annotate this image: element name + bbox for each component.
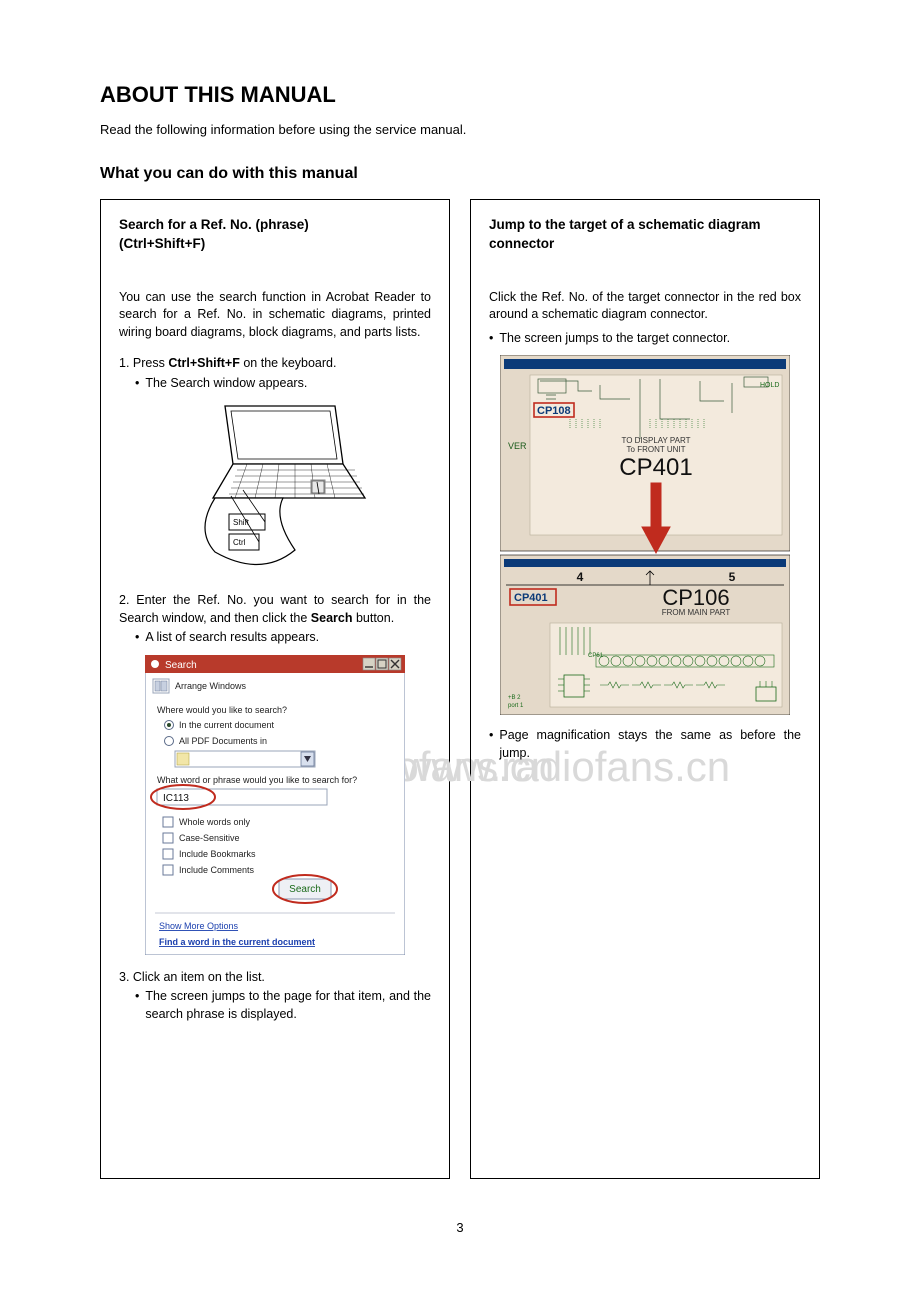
step1-prefix: 1. Press	[119, 356, 168, 370]
right-box: www.radiofans.cn Jump to the target of a…	[470, 199, 820, 1179]
cb-book: Include Bookmarks	[179, 849, 256, 859]
laptop-svg: Shift Ctrl	[165, 400, 385, 580]
left-title-line1: Search for a Ref. No. (phrase)	[119, 216, 431, 234]
dialog-q2: What word or phrase would you like to se…	[157, 775, 357, 785]
bullet-icon	[489, 727, 493, 762]
cp61-label: CP61	[588, 653, 604, 659]
bullet-icon	[135, 988, 139, 1023]
link-more-options: Show More Options	[159, 921, 239, 931]
step3-bullet-row: The screen jumps to the page for that it…	[119, 988, 431, 1023]
right-bullet-2: Page magnification stays the same as bef…	[489, 727, 801, 762]
num-5: 5	[729, 570, 736, 584]
intro-text: Read the following information before us…	[100, 121, 820, 139]
dialog-title: Search	[165, 660, 197, 671]
num-4: 4	[577, 570, 584, 584]
to-display-line1: TO DISPLAY PART	[621, 436, 690, 445]
schematic-figure: HOLD	[489, 355, 801, 715]
step-2: 2. Enter the Ref. No. you want to search…	[119, 592, 431, 627]
left-box-title: Search for a Ref. No. (phrase) (Ctrl+Shi…	[119, 216, 431, 252]
step1-keys: Ctrl+Shift+F	[168, 356, 240, 370]
schematic-svg: HOLD	[500, 355, 790, 715]
cb-comm: Include Comments	[179, 865, 255, 875]
bullet-icon	[489, 330, 493, 348]
page-title: ABOUT THIS MANUAL	[100, 80, 820, 111]
ctrl-key-label: Ctrl	[233, 538, 246, 547]
bullet-icon	[135, 375, 139, 393]
right-box-title: Jump to the target of a schematic diagra…	[489, 216, 801, 252]
page-number: 3	[100, 1219, 820, 1237]
svg-text:HOLD: HOLD	[760, 382, 779, 389]
step1-suffix: on the keyboard.	[240, 356, 337, 370]
radio-all-pdf: All PDF Documents in	[179, 736, 267, 746]
two-column-layout: www.radiofans.cn Search for a Ref. No. (…	[100, 199, 820, 1179]
link-find-word: Find a word in the current document	[159, 937, 315, 947]
step3-bullet-text: The screen jumps to the page for that it…	[145, 988, 431, 1023]
cb-case: Case-Sensitive	[179, 833, 240, 843]
step1-bullet-row: The Search window appears.	[119, 375, 431, 393]
laptop-figure: Shift Ctrl	[119, 400, 431, 580]
left-title-line2: (Ctrl+Shift+F)	[119, 235, 431, 253]
right-bullet-1: The screen jumps to the target connector…	[489, 330, 801, 348]
search-input-value: IC113	[163, 793, 189, 804]
search-dialog-svg: Search Arrange Windows Where would you l…	[145, 655, 405, 955]
radio-current-doc: In the current document	[179, 720, 275, 730]
step2-bullet-row: A list of search results appears.	[119, 629, 431, 647]
dialog-q1: Where would you like to search?	[157, 705, 287, 715]
step1-bullet-text: The Search window appears.	[145, 375, 307, 393]
left-box: www.radiofans.cn Search for a Ref. No. (…	[100, 199, 450, 1179]
ver-label: VER	[508, 441, 527, 451]
section-heading: What you can do with this manual	[100, 163, 820, 185]
step-1: 1. Press Ctrl+Shift+F on the keyboard.	[119, 355, 431, 373]
step2-bullet-text: A list of search results appears.	[145, 629, 319, 647]
cp108-label: CP108	[537, 405, 571, 417]
search-dialog-figure: Search Arrange Windows Where would you l…	[119, 655, 431, 955]
cp401-big: CP401	[619, 454, 692, 481]
search-button-label: Search	[289, 884, 321, 895]
step2-suffix: button.	[352, 611, 394, 625]
svg-text:+B 2: +B 2	[508, 695, 521, 701]
from-main-label: FROM MAIN PART	[662, 608, 731, 617]
step2-bold: Search	[311, 611, 353, 625]
cp106-label: CP106	[662, 585, 729, 610]
left-paragraph-1: You can use the search function in Acrob…	[119, 289, 431, 342]
cb-whole: Whole words only	[179, 817, 251, 827]
to-display-line2: To FRONT UNIT	[627, 445, 686, 454]
bullet-icon	[135, 629, 139, 647]
right-bullet2-text: Page magnification stays the same as bef…	[499, 727, 801, 762]
cp401-small: CP401	[514, 592, 548, 604]
svg-text:port 1: port 1	[508, 703, 524, 709]
arrange-windows-label: Arrange Windows	[175, 681, 247, 691]
step-3: 3. Click an item on the list.	[119, 969, 431, 987]
right-bullet1-text: The screen jumps to the target connector…	[499, 330, 730, 348]
right-paragraph-1: Click the Ref. No. of the target connect…	[489, 289, 801, 324]
